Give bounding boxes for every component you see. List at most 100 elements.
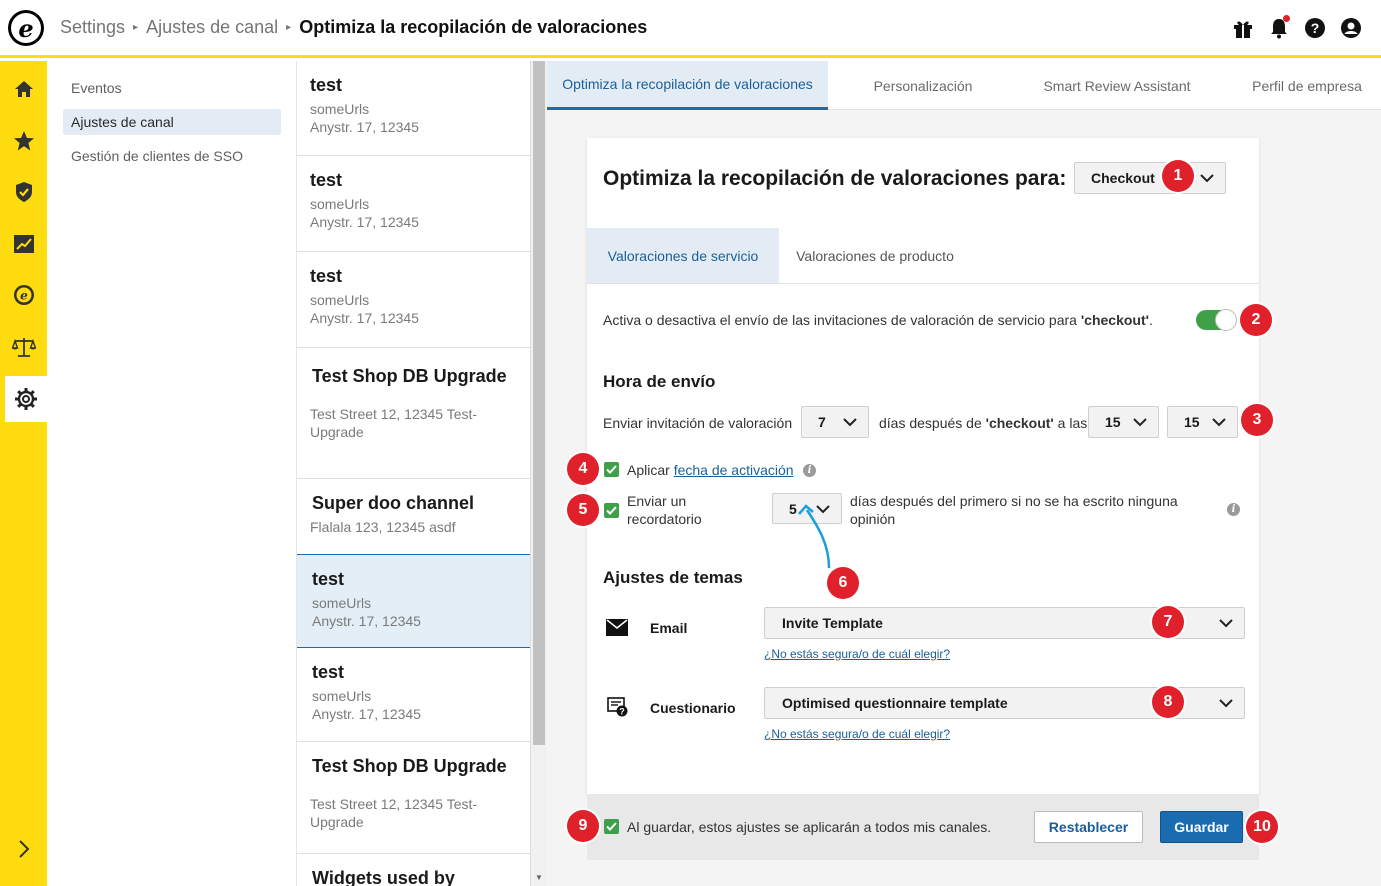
chevron-down-icon [1200, 174, 1214, 183]
chevron-right-icon[interactable] [0, 826, 47, 872]
save-button[interactable]: Guardar [1160, 811, 1243, 843]
email-help-link[interactable]: ¿No estás segura/o de cuál elegir? [764, 647, 950, 661]
channel-name: test [310, 170, 343, 190]
app-logo[interactable]: e [8, 10, 44, 46]
tab-smart-review-assistant[interactable]: Smart Review Assistant [1027, 61, 1207, 110]
svg-text:?: ? [619, 707, 625, 717]
channel-address: Anystr. 17, 12345 [310, 310, 419, 326]
channel-address: Upgrade [310, 814, 364, 830]
top-bar: e Settings ▸ Ajustes de canal ▸ Optimiza… [0, 0, 1381, 58]
nav-item-sso-clients[interactable]: Gestión de clientes de SSO [63, 143, 281, 169]
nav-item-channel-settings[interactable]: Ajustes de canal [63, 109, 281, 135]
scrollbar-thumb[interactable] [533, 61, 545, 745]
reminder-checkbox[interactable] [604, 503, 619, 518]
channel-address: Anystr. 17, 12345 [312, 706, 421, 722]
channel-name: test [312, 569, 345, 589]
themes-title: Ajustes de temas [603, 568, 743, 587]
annotation-badge: 2 [1240, 304, 1272, 336]
activation-date-checkbox[interactable] [604, 462, 619, 477]
shield-check-icon[interactable] [0, 169, 47, 215]
breadcrumb-separator-icon: ▸ [286, 22, 292, 33]
email-label: Email [650, 620, 688, 636]
channel-item-selected[interactable]: test someUrls Anystr. 17, 12345 [297, 554, 530, 648]
channel-address: Anystr. 17, 12345 [312, 613, 421, 629]
channel-item[interactable]: test someUrls Anystr. 17, 12345 [297, 61, 530, 156]
info-icon[interactable]: i [1227, 503, 1240, 516]
toggle-description-text: Activa o desactiva el envío de las invit… [603, 312, 1081, 328]
checkmark-icon [606, 822, 617, 831]
apply-all-channels-checkbox[interactable] [604, 819, 619, 834]
questionnaire-label: Cuestionario [650, 700, 736, 716]
main-content: Optimiza la recopilación de valoraciones… [547, 61, 1381, 886]
service-invites-toggle[interactable] [1196, 309, 1237, 331]
reset-button[interactable]: Restablecer [1034, 811, 1143, 843]
svg-text:?: ? [1311, 20, 1320, 36]
scroll-down-icon[interactable]: ▼ [535, 873, 543, 882]
review-type-tabs: Valoraciones de servicio Valoraciones de… [587, 228, 1259, 284]
channel-url: someUrls [312, 595, 372, 611]
channel-item[interactable]: test someUrls Anystr. 17, 12345 [297, 252, 530, 348]
hour-select[interactable]: 15 [1088, 406, 1159, 438]
channel-url: someUrls [310, 196, 370, 212]
save-bar: Al guardar, estos ajustes se aplicarán a… [587, 794, 1259, 860]
days-after-text: días después de 'checkout' a las [879, 415, 1087, 431]
nav-item-events[interactable]: Eventos [63, 75, 281, 101]
channel-item[interactable]: Test Shop DB Upgrade Test Street 12, 123… [297, 742, 530, 854]
trusted-logo-icon[interactable]: e [0, 272, 47, 318]
channel-item[interactable]: test someUrls Anystr. 17, 12345 [297, 156, 530, 252]
gift-icon[interactable] [1231, 16, 1255, 40]
bell-icon[interactable] [1267, 15, 1291, 40]
chevron-down-icon [1219, 699, 1233, 708]
channel-item[interactable]: test someUrls Anystr. 17, 12345 [297, 648, 530, 742]
channel-name: Widgets used by [312, 868, 455, 886]
channel-url: someUrls [310, 101, 370, 117]
reminder-description-line1: días después del primero si no se ha esc… [850, 493, 1178, 509]
channel-url: someUrls [312, 688, 372, 704]
breadcrumb-channel-settings[interactable]: Ajustes de canal [146, 17, 278, 38]
scales-icon[interactable] [0, 324, 47, 370]
settings-nav: Eventos Ajustes de canal Gestión de clie… [47, 61, 297, 886]
days-after-label: días después de [879, 415, 986, 431]
email-template-value: Invite Template [782, 615, 883, 631]
questionnaire-help-link[interactable]: ¿No estás segura/o de cuál elegir? [764, 727, 950, 741]
minute-select-value: 15 [1184, 414, 1200, 430]
gear-icon[interactable] [5, 376, 47, 422]
event-select[interactable]: Checkout [1074, 162, 1226, 194]
star-icon[interactable] [0, 118, 47, 164]
breadcrumb: Settings ▸ Ajustes de canal ▸ Optimiza l… [60, 17, 647, 38]
chevron-down-icon [1212, 418, 1226, 427]
reminder-description: días después del primero si no se ha esc… [850, 492, 1178, 528]
breadcrumb-settings[interactable]: Settings [60, 17, 125, 38]
home-icon[interactable] [0, 66, 47, 112]
annotation-badge: 9 [567, 810, 599, 842]
channel-list-scrollbar[interactable]: ▼ [531, 61, 547, 886]
tab-personalization[interactable]: Personalización [847, 61, 999, 110]
days-after-event: 'checkout' [985, 415, 1054, 431]
tab-optimize-collection[interactable]: Optimiza la recopilación de valoraciones [547, 61, 828, 110]
channel-item[interactable]: Super doo channel Flalala 123, 12345 asd… [297, 479, 530, 555]
info-icon[interactable]: i [803, 464, 816, 477]
tab-company-profile[interactable]: Perfil de empresa [1237, 61, 1377, 110]
user-icon[interactable] [1339, 16, 1363, 40]
annotation-badge: 4 [567, 453, 599, 485]
subtab-service-reviews[interactable]: Valoraciones de servicio [587, 228, 779, 283]
event-select-value: Checkout [1091, 170, 1155, 186]
activation-date-link[interactable]: fecha de activación [674, 462, 794, 478]
card-title: Optimiza la recopilación de valoraciones… [603, 167, 1067, 190]
channel-item[interactable]: Widgets used by [297, 854, 530, 886]
channel-address: Upgrade [310, 424, 364, 440]
days-select[interactable]: 7 [801, 406, 869, 438]
channel-name: Test Shop DB Upgrade [312, 756, 507, 776]
channel-item[interactable]: Test Shop DB Upgrade Test Street 12, 123… [297, 348, 530, 479]
toggle-description: Activa o desactiva el envío de las invit… [603, 312, 1153, 328]
questionnaire-template-value: Optimised questionnaire template [782, 695, 1008, 711]
chevron-down-icon [1133, 418, 1147, 427]
help-icon[interactable]: ? [1303, 16, 1327, 40]
subtab-product-reviews[interactable]: Valoraciones de producto [783, 228, 967, 283]
send-time-title: Hora de envío [603, 372, 716, 391]
chart-icon[interactable] [0, 221, 47, 267]
settings-tabs: Optimiza la recopilación de valoraciones… [547, 61, 1381, 110]
minute-select[interactable]: 15 [1167, 406, 1238, 438]
channel-name: Test Shop DB Upgrade [312, 366, 507, 386]
checkmark-icon [606, 465, 617, 474]
